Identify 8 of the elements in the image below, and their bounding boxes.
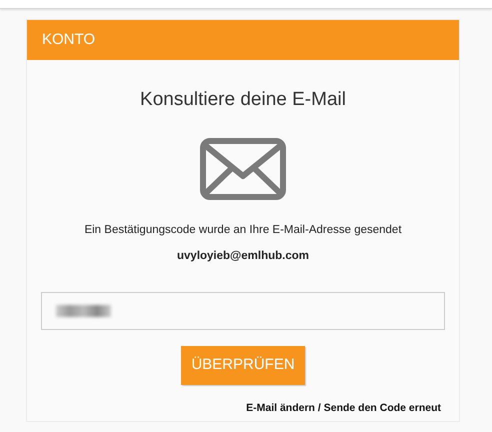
heading: Konsultiere deine E-Mail (139, 88, 347, 112)
envelope-icon (200, 138, 286, 200)
resend-link[interactable]: E-Mail ändern / Sende den Code erneut (246, 400, 441, 416)
code-field[interactable] (41, 292, 445, 330)
email-address: uvyloyieb@emlhub.com (176, 248, 310, 264)
confirmation-message: Ein Bestätigungscode wurde an Ihre E-Mail-Adresse gesendet (83, 222, 403, 238)
panel-title: KONTO (42, 30, 96, 50)
blurred-value (56, 305, 111, 317)
